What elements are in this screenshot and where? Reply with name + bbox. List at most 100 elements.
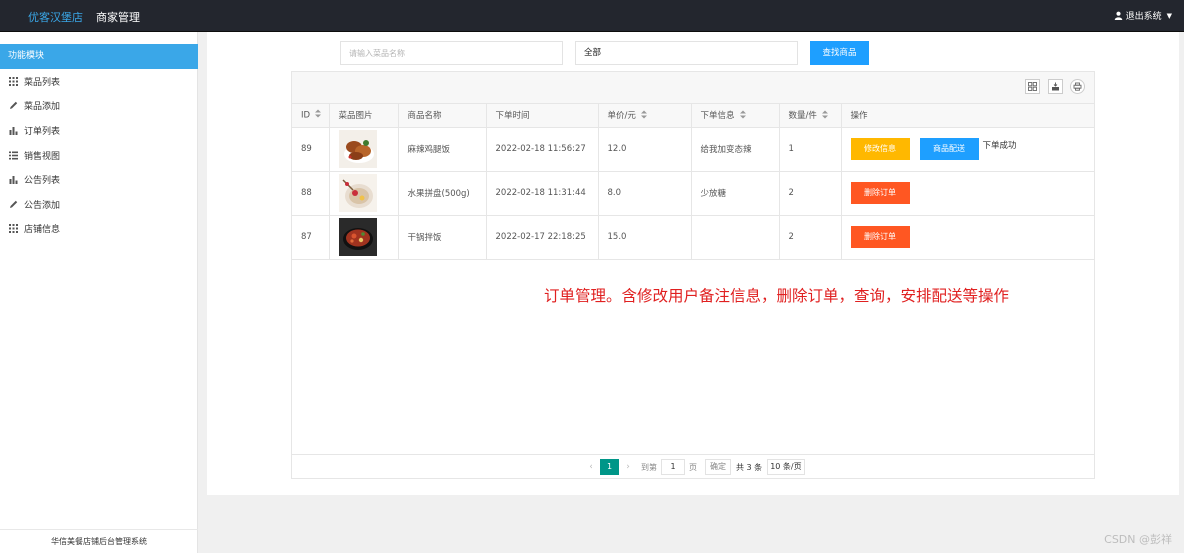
cell-qty: 2 [779, 171, 842, 216]
dish-image-dry-pot-rice [338, 218, 377, 256]
sidebar-item-label: 店铺信息 [24, 225, 61, 236]
sidebar-item-notice-add[interactable]: 公告添加 [0, 192, 198, 217]
pencil-icon [9, 101, 18, 110]
columns-filter-icon[interactable] [1025, 79, 1040, 94]
page-size-select[interactable]: 10 条/页 [767, 459, 805, 475]
brand-logo[interactable]: 优客汉堡店 [28, 9, 83, 25]
delete-order-button[interactable]: 删除订单 [850, 182, 910, 204]
sidebar-item-label: 公告添加 [24, 200, 61, 211]
top-header: 优客汉堡店 商家管理 退出系统 ▼ [0, 0, 1184, 32]
order-table: ID 菜品图片 商品名称 下单时间 单价/元 下单信息 数量/件 操作 89 麻… [292, 104, 1094, 260]
cell-qty: 2 [779, 215, 842, 260]
order-status: 下单成功 [982, 140, 1017, 151]
cell-actions: 修改信息 商品配送 下单成功 [841, 127, 1094, 172]
page-unit-label: 页 [689, 462, 697, 472]
column-header-id[interactable]: ID [292, 104, 330, 128]
category-select[interactable]: 全部 [575, 41, 798, 65]
grid-icon [9, 224, 18, 234]
cell-id: 87 [292, 215, 330, 260]
cell-note: 给我加变态辣 [691, 127, 780, 172]
cell-time: 2022-02-18 11:56:27 [486, 127, 599, 172]
column-header-image: 菜品图片 [329, 104, 399, 128]
print-icon[interactable] [1070, 79, 1085, 94]
export-icon[interactable] [1048, 79, 1063, 94]
total-count: 共 3 条 [736, 462, 763, 472]
cell-image [329, 127, 399, 172]
sort-icon[interactable] [739, 110, 746, 122]
page-current[interactable]: 1 [600, 459, 619, 475]
prev-page-icon[interactable]: ‹ [582, 462, 600, 472]
table-row: 87 干锅拌饭 2022-02-17 22:18:25 15.0 2 删除订单 [292, 215, 1094, 260]
sidebar-item-notice-list[interactable]: 公告列表 [0, 167, 198, 192]
caret-down-icon: ▼ [1166, 11, 1172, 20]
next-page-icon[interactable]: › [619, 462, 637, 472]
nav-merchant-management[interactable]: 商家管理 [96, 9, 140, 25]
order-table-panel: ID 菜品图片 商品名称 下单时间 单价/元 下单信息 数量/件 操作 89 麻… [291, 71, 1095, 479]
dish-image-chicken-rice [338, 130, 377, 168]
column-header-note[interactable]: 下单信息 [691, 104, 780, 128]
table-row: 88 水果拼盘(500g) 2022-02-18 11:31:44 8.0 少放… [292, 171, 1094, 216]
delete-order-button[interactable]: 删除订单 [850, 226, 910, 248]
logout-menu[interactable]: 退出系统 ▼ [1114, 9, 1172, 22]
main-panel: 全部 查找商品 ID 菜品图片 商品名称 下单时间 [207, 32, 1179, 495]
cell-name: 麻辣鸡腿饭 [398, 127, 487, 172]
sidebar-item-sales-view[interactable]: 销售视图 [0, 143, 198, 168]
list-icon [9, 151, 18, 160]
bar-chart-icon [9, 175, 18, 185]
edit-info-button[interactable]: 修改信息 [850, 138, 910, 160]
sidebar-item-label: 订单列表 [24, 126, 61, 137]
cell-id: 89 [292, 127, 330, 172]
bar-chart-icon [9, 126, 18, 135]
goto-confirm-button[interactable]: 确定 [705, 459, 731, 475]
search-input[interactable] [340, 41, 563, 65]
table-header-row: ID 菜品图片 商品名称 下单时间 单价/元 下单信息 数量/件 操作 [292, 104, 1094, 128]
sidebar: 功能模块 菜品列表 菜品添加 订单列表 销售视图 公告列表 公告添加 店铺信息 [0, 32, 198, 553]
cell-time: 2022-02-17 22:18:25 [486, 215, 599, 260]
sort-icon[interactable] [640, 110, 647, 122]
sidebar-item-shop-info[interactable]: 店铺信息 [0, 217, 198, 242]
cell-price: 15.0 [598, 215, 692, 260]
cell-note: 少放糖 [691, 171, 780, 216]
table-toolbar [292, 72, 1094, 104]
logout-label: 退出系统 [1125, 12, 1162, 22]
cell-name: 水果拼盘(500g) [398, 171, 487, 216]
cell-actions: 删除订单 [841, 171, 1094, 216]
sidebar-item-label: 菜品列表 [24, 77, 61, 88]
cell-note [691, 215, 780, 260]
search-button[interactable]: 查找商品 [810, 41, 869, 65]
cell-price: 8.0 [598, 171, 692, 216]
sort-icon[interactable] [315, 109, 322, 121]
table-row: 89 麻辣鸡腿饭 2022-02-18 11:56:27 12.0 给我加变态辣… [292, 127, 1094, 172]
cell-time: 2022-02-18 11:31:44 [486, 171, 599, 216]
sidebar-item-order-list[interactable]: 订单列表 [0, 118, 198, 143]
deliver-button[interactable]: 商品配送 [919, 138, 979, 160]
sort-icon[interactable] [821, 110, 828, 122]
pencil-icon [9, 200, 18, 209]
cell-qty: 1 [779, 127, 842, 172]
sidebar-footer: 华信美餐店铺后台管理系统 [0, 529, 198, 553]
sidebar-item-label: 公告列表 [24, 176, 61, 187]
pagination: ‹ 1 › 到第 1 页 确定 共 3 条 10 条/页 [292, 454, 1094, 479]
sidebar-menu: 菜品列表 菜品添加 订单列表 销售视图 公告列表 公告添加 店铺信息 [0, 69, 198, 241]
watermark: CSDN @彭祥 [1104, 533, 1172, 546]
sidebar-item-label: 菜品添加 [24, 102, 61, 113]
annotation-text: 订单管理。含修改用户备注信息，删除订单，查询，安排配送等操作 [544, 287, 1010, 305]
goto-label: 到第 [641, 462, 657, 472]
cell-name: 干锅拌饭 [398, 215, 487, 260]
goto-page-input[interactable]: 1 [661, 459, 685, 475]
cell-id: 88 [292, 171, 330, 216]
sidebar-item-dish-list[interactable]: 菜品列表 [0, 69, 198, 94]
sidebar-item-dish-add[interactable]: 菜品添加 [0, 94, 198, 119]
user-icon [1114, 11, 1123, 20]
sidebar-title[interactable]: 功能模块 [0, 44, 198, 69]
cell-image [329, 215, 399, 260]
column-header-qty[interactable]: 数量/件 [779, 104, 842, 128]
column-header-actions: 操作 [841, 104, 1094, 128]
column-header-price[interactable]: 单价/元 [598, 104, 692, 128]
cell-image [329, 171, 399, 216]
column-header-name: 商品名称 [398, 104, 487, 128]
column-header-time: 下单时间 [486, 104, 599, 128]
cell-actions: 删除订单 [841, 215, 1094, 260]
grid-icon [9, 76, 18, 86]
cell-price: 12.0 [598, 127, 692, 172]
